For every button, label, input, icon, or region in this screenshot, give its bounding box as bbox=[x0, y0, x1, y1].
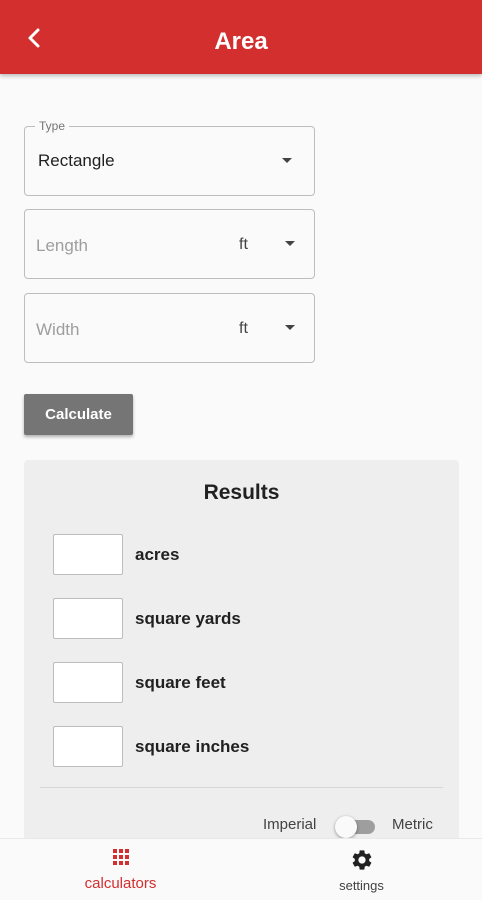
page-title: Area bbox=[214, 28, 268, 55]
square-yards-label: square yards bbox=[135, 609, 241, 628]
unit-system-switch[interactable] bbox=[335, 816, 377, 838]
bottom-nav: calculators settings bbox=[0, 838, 482, 900]
switch-thumb bbox=[335, 816, 357, 838]
nav-item-calculators[interactable]: calculators bbox=[0, 839, 241, 900]
square-feet-output[interactable] bbox=[53, 662, 123, 703]
gear-icon bbox=[352, 850, 371, 870]
grid-icon bbox=[112, 849, 129, 865]
caret-down-icon bbox=[282, 158, 292, 163]
type-select[interactable]: Type Rectangle bbox=[24, 119, 315, 196]
length-placeholder: Length bbox=[36, 236, 88, 255]
type-value: Rectangle bbox=[38, 151, 115, 170]
app-bar: Area bbox=[0, 0, 482, 74]
square-feet-label: square feet bbox=[135, 673, 226, 692]
calculate-button[interactable]: Calculate bbox=[24, 394, 133, 435]
caret-down-icon bbox=[285, 241, 295, 246]
results-title: Results bbox=[203, 481, 280, 504]
width-placeholder: Width bbox=[36, 320, 80, 339]
caret-down-icon bbox=[285, 325, 295, 330]
divider bbox=[40, 787, 443, 788]
acres-output[interactable] bbox=[53, 534, 123, 575]
square-yards-output[interactable] bbox=[53, 598, 123, 639]
length-unit: ft bbox=[239, 236, 248, 253]
width-unit: ft bbox=[239, 320, 248, 337]
type-legend: Type bbox=[35, 119, 70, 133]
nav-item-settings[interactable]: settings bbox=[241, 839, 482, 900]
square-inches-label: square inches bbox=[135, 737, 250, 756]
nav-label-settings: settings bbox=[339, 878, 384, 893]
length-field[interactable]: Length ft bbox=[24, 209, 315, 279]
metric-label: Metric bbox=[392, 816, 433, 833]
nav-label-calculators: calculators bbox=[84, 875, 157, 892]
acres-label: acres bbox=[135, 545, 180, 564]
results-panel: Results acres square yards square feet s… bbox=[24, 460, 459, 840]
width-field[interactable]: Width ft bbox=[24, 293, 315, 363]
unit-system-toggle-row: Imperial Metric bbox=[24, 816, 459, 838]
square-inches-output[interactable] bbox=[53, 726, 123, 767]
imperial-label: Imperial bbox=[263, 816, 317, 833]
